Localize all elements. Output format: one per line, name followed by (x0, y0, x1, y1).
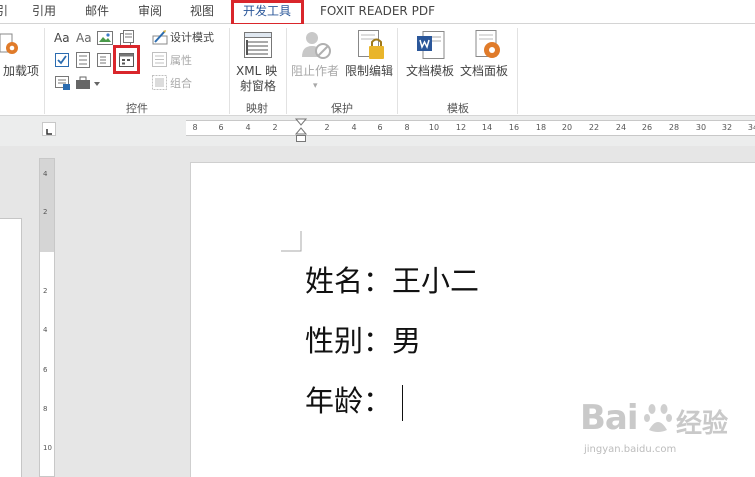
ruler-tick: 10 (428, 123, 440, 132)
combo-box-content-control-icon[interactable] (76, 52, 90, 68)
doc-line-age-label: 年龄： (305, 384, 393, 418)
xml-mapping-pane-label-line1[interactable]: XML 映 (236, 65, 277, 78)
group-separator (286, 28, 287, 114)
doc-line-gender[interactable]: 性别：男 (305, 324, 421, 358)
tab-references[interactable]: 引用 (32, 3, 56, 19)
ruler-tick: 6 (218, 123, 224, 132)
tab-review[interactable]: 审阅 (138, 3, 162, 19)
ruler-tick: 8 (192, 123, 198, 132)
ruler-tick: 18 (535, 123, 547, 132)
ruler-tick: 28 (668, 123, 680, 132)
group-separator (229, 28, 230, 114)
document-template-icon[interactable] (417, 31, 445, 59)
picture-content-control-icon[interactable] (97, 31, 113, 45)
protect-group-label: 保护 (331, 102, 353, 115)
baidu-paw-icon (644, 404, 672, 432)
drop-down-list-content-control-icon[interactable] (97, 53, 111, 67)
vertical-ruler-tick: 6 (43, 366, 48, 374)
document-template-label[interactable]: 文档模板 (406, 65, 454, 78)
ruler-tick: 30 (695, 123, 707, 132)
tab-foxit-reader-pdf[interactable]: FOXIT READER PDF (320, 3, 435, 19)
templates-group-label: 模板 (447, 102, 469, 115)
vertical-ruler-tick: 2 (43, 287, 48, 295)
ruler-tick: 2 (272, 123, 278, 132)
design-mode-label[interactable]: 设计模式 (170, 31, 214, 44)
left-tab-icon (46, 129, 52, 135)
group-separator (44, 28, 45, 114)
group-icon (152, 75, 167, 90)
horizontal-ruler[interactable]: 8642246810121416182022242628303234 (186, 120, 755, 136)
addins-icon[interactable] (0, 32, 22, 58)
doc-line-gender-value: 男 (392, 324, 422, 358)
watermark-brand-2: 经验 (676, 409, 729, 439)
tab-view[interactable]: 视图 (190, 3, 214, 19)
text-caret (402, 385, 403, 421)
xml-mapping-pane-icon[interactable] (244, 32, 272, 58)
addins-label[interactable]: 加载项 (3, 65, 39, 78)
block-authors-dropdown-icon: ▾ (313, 81, 318, 91)
tab-mailings[interactable]: 邮件 (85, 3, 109, 19)
vertical-ruler-tick: 8 (43, 405, 48, 413)
ruler-tick: 14 (481, 123, 493, 132)
baidu-jingyan-watermark: Bai 经验 jingyan.baidu.com (578, 396, 748, 466)
ruler-tick: 2 (324, 123, 330, 132)
document-panel-icon[interactable] (474, 30, 502, 60)
ruler-tick: 34 (747, 123, 755, 132)
page-corner-mark (281, 231, 302, 252)
legacy-tools-icon[interactable] (76, 76, 102, 90)
document-panel-label[interactable]: 文档面板 (460, 65, 508, 78)
group-label: 组合 (170, 77, 192, 90)
group-separator (397, 28, 398, 114)
ruler-tick: 20 (561, 123, 573, 132)
group-separator (517, 28, 518, 114)
vertical-ruler-tick: 10 (43, 444, 52, 452)
ruler-tick: 26 (641, 123, 653, 132)
date-picker-highlight (113, 45, 140, 74)
properties-label: 属性 (170, 54, 192, 67)
doc-line-name[interactable]: 姓名：王小二 (305, 264, 479, 298)
ruler-tick: 16 (508, 123, 520, 132)
ruler-tick: 8 (404, 123, 410, 132)
ruler-tick: 4 (351, 123, 357, 132)
watermark-brand: Bai (580, 398, 639, 438)
ribbon-tab-bar: 引 引用 邮件 审阅 视图 开发工具 FOXIT READER PDF (0, 0, 755, 24)
check-box-content-control-icon[interactable] (55, 53, 69, 67)
design-mode-icon[interactable] (152, 29, 168, 45)
ribbon: 加载项 Aa Aa 设计模式 属性 组合 控件 XML 映 射窗格 映射 阻止作… (0, 24, 755, 116)
doc-line-name-value: 王小二 (392, 264, 480, 298)
ruler-tick: 4 (245, 123, 251, 132)
mapping-group-label: 映射 (246, 102, 268, 115)
xml-mapping-pane-label-line2[interactable]: 射窗格 (240, 80, 276, 93)
ruler-tick: 32 (721, 123, 733, 132)
tab-partial[interactable]: 引 (0, 3, 8, 19)
vertical-ruler-tick: 2 (43, 208, 48, 216)
ruler-tick: 6 (377, 123, 383, 132)
ruler-tick: 24 (615, 123, 627, 132)
tab-selector[interactable] (42, 122, 56, 136)
block-authors-label: 阻止作者 (291, 64, 340, 78)
plain-text-content-control[interactable]: Aa (76, 32, 92, 45)
properties-icon (152, 52, 167, 67)
doc-line-gender-label: 性别： (305, 324, 393, 358)
restrict-editing-icon[interactable] (358, 30, 386, 60)
doc-line-age[interactable]: 年龄： (305, 384, 392, 418)
previous-page-edge (0, 218, 22, 477)
building-block-gallery-icon[interactable] (120, 30, 134, 46)
ruler-tick: 12 (455, 123, 467, 132)
indent-marker-icon[interactable] (295, 118, 307, 144)
repeating-section-content-control-icon[interactable] (55, 76, 71, 90)
vertical-ruler-tick: 4 (43, 170, 48, 178)
doc-line-name-label: 姓名： (305, 264, 393, 298)
developer-tab-highlight (231, 0, 304, 26)
controls-group-label: 控件 (126, 102, 148, 115)
block-authors-icon (302, 32, 331, 59)
vertical-ruler-tick: 4 (43, 326, 48, 334)
watermark-url: jingyan.baidu.com (584, 444, 677, 455)
ruler-tick: 22 (588, 123, 600, 132)
rich-text-content-control[interactable]: Aa (54, 32, 70, 45)
restrict-editing-label[interactable]: 限制编辑 (345, 65, 393, 78)
